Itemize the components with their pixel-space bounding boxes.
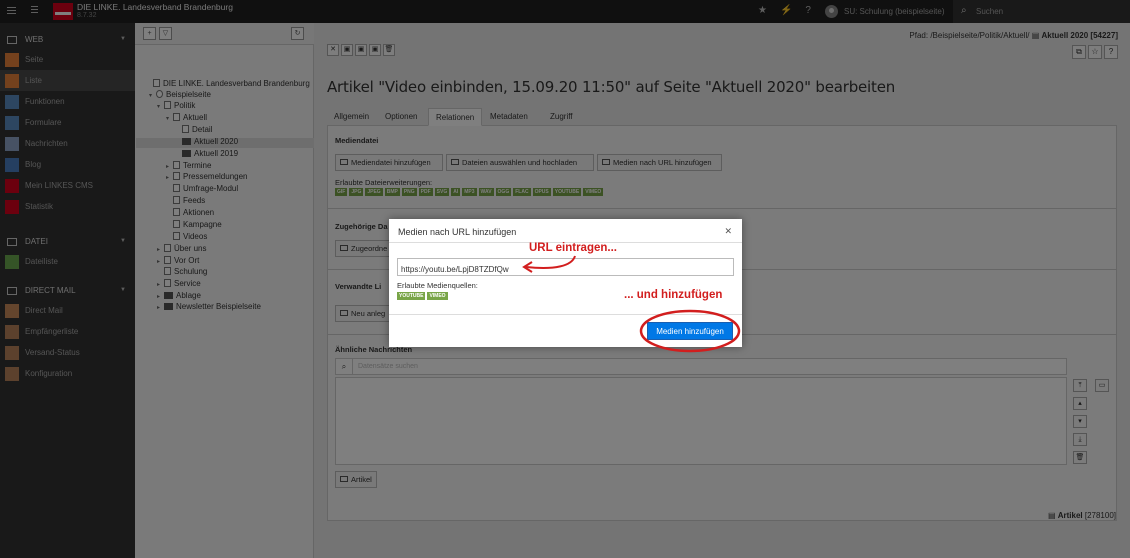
annotation-marks xyxy=(522,255,741,353)
annotation-circle xyxy=(639,309,741,353)
annotation-arrow xyxy=(525,255,576,269)
